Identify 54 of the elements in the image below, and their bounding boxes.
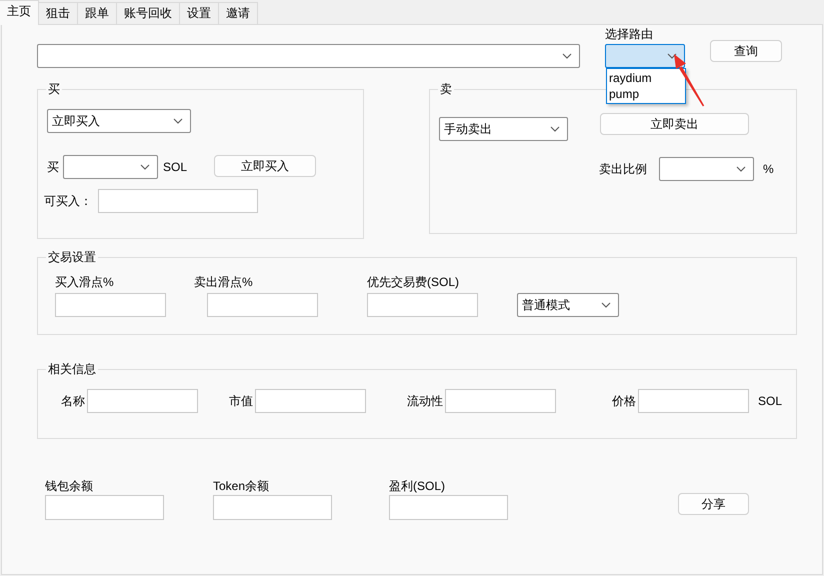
annotation-arrow: [674, 54, 704, 107]
group-title: 卖: [440, 82, 452, 96]
tab[interactable]: 邀请: [218, 2, 258, 24]
amount-label: 买: [47, 160, 59, 174]
tab[interactable]: 主页: [0, 0, 39, 25]
query-button[interactable]: 查询: [710, 40, 782, 62]
field-label: 优先交易费(SOL): [367, 275, 460, 289]
input-field[interactable]: [445, 389, 556, 413]
fee-mode-dropdown[interactable]: 普通模式: [517, 293, 619, 317]
sell-now-button[interactable]: 立即卖出: [600, 113, 749, 135]
input-field[interactable]: [207, 293, 318, 317]
field-label: 盈利(SOL): [389, 479, 446, 493]
field-label: 流动性: [407, 394, 443, 408]
chevron-icon: [667, 53, 677, 59]
available-field[interactable]: [98, 189, 258, 213]
group-title: 相关信息: [48, 362, 96, 376]
input-field[interactable]: [255, 389, 366, 413]
chevron-icon: [550, 126, 560, 132]
address-dropdown[interactable]: [37, 44, 580, 68]
field-label: 卖出滑点%: [194, 275, 253, 289]
ratio-label: 卖出比例: [599, 162, 647, 176]
share-button[interactable]: 分享: [678, 493, 749, 515]
amount-dropdown[interactable]: [63, 155, 158, 179]
chevron-icon: [736, 166, 746, 172]
chevron-icon: [173, 118, 183, 124]
ratio-dropdown[interactable]: [659, 157, 754, 181]
chevron-icon: [140, 164, 150, 170]
unit-label: SOL: [163, 160, 188, 174]
field-label: 买入滑点%: [55, 275, 114, 289]
input-field[interactable]: [87, 389, 198, 413]
dropdown-option[interactable]: pump: [607, 86, 685, 102]
input-field[interactable]: [638, 389, 749, 413]
field-label: 名称: [61, 394, 85, 408]
sell-mode-dropdown[interactable]: 手动卖出: [439, 117, 568, 141]
buy-mode-dropdown[interactable]: 立即买入: [47, 109, 191, 133]
input-field[interactable]: [389, 495, 508, 520]
input-field[interactable]: [213, 495, 332, 520]
input-field[interactable]: [367, 293, 478, 317]
chevron-icon: [601, 302, 611, 308]
field-label: 钱包余额: [45, 479, 93, 493]
dropdown-option[interactable]: raydium: [607, 70, 685, 86]
available-label: 可买入：: [44, 194, 92, 208]
group-title: 交易设置: [48, 250, 96, 264]
input-field[interactable]: [45, 495, 164, 520]
chevron-icon: [562, 53, 572, 59]
field-label: 价格: [612, 394, 636, 408]
field-label: Token余额: [213, 479, 270, 493]
unit-label: SOL: [758, 394, 782, 408]
field-label: 市值: [229, 394, 253, 408]
route-label: 选择路由: [605, 27, 654, 41]
unit-label: %: [763, 162, 774, 176]
input-field[interactable]: [55, 293, 166, 317]
group-title: 买: [48, 82, 60, 96]
buy-now-button[interactable]: 立即买入: [214, 155, 316, 177]
